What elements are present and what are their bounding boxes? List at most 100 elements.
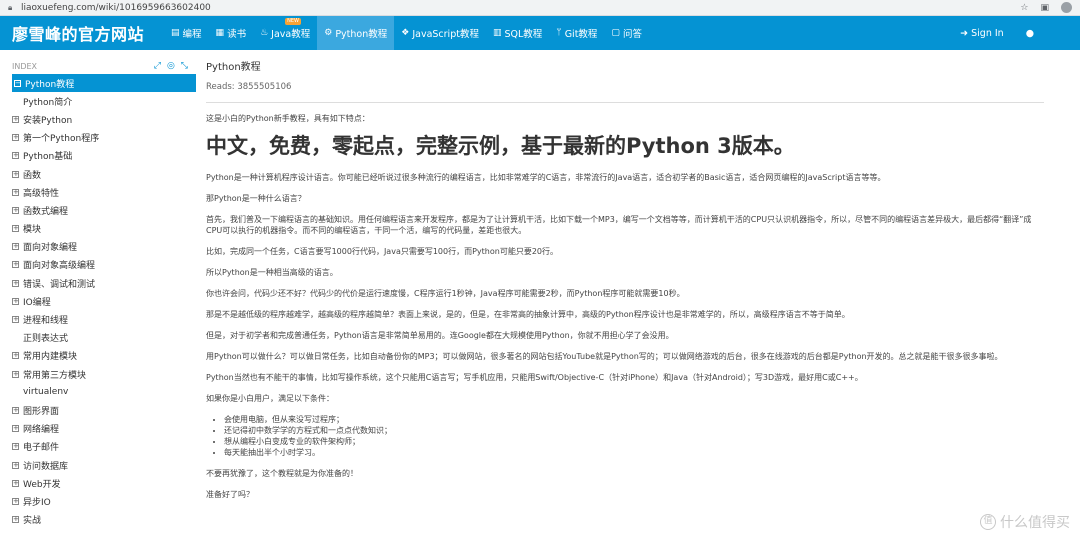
nav-item[interactable]: ᛘ Git教程: [549, 16, 604, 50]
expand-icon[interactable]: +: [12, 352, 19, 360]
sidebar-item[interactable]: + 模块: [4, 220, 196, 238]
lock-icon: 🔒︎: [8, 2, 13, 12]
paragraph: 用Python可以做什么？可以做日常任务，比如自动备份你的MP3；可以做网站，很…: [206, 352, 1003, 361]
sidebar-item-label: 函数: [23, 170, 42, 181]
sidebar-item-label: 进程和线程: [23, 316, 69, 327]
expand-icon[interactable]: +: [12, 279, 19, 287]
nav-item[interactable]: ▦ 读书: [209, 16, 254, 50]
sidebar-item[interactable]: + 面向对象编程: [4, 238, 196, 256]
sidebar-item-label: 函数式编程: [23, 206, 69, 217]
sidebar-item-label: Web开发: [23, 479, 61, 490]
sidebar-item[interactable]: 正则表达式: [4, 329, 196, 347]
sidebar-item-label: 常用内建模块: [23, 352, 78, 363]
sidebar-item[interactable]: + 网络编程: [4, 420, 196, 438]
sidebar-item[interactable]: + 常用内建模块: [4, 347, 196, 365]
expand-icon[interactable]: +: [12, 170, 19, 178]
expand-icon[interactable]: +: [12, 297, 19, 305]
sidebar-item[interactable]: + Python基础: [4, 147, 196, 165]
sidebar-item[interactable]: + 实战: [4, 511, 196, 529]
index-tree: − Python教程 Python简介 + 安装Python + 第一个Python程序 + P…: [4, 74, 196, 529]
sidebar-item[interactable]: − Python教程: [12, 74, 196, 93]
sidebar-item[interactable]: + 访问数据库: [4, 456, 196, 474]
sidebar-item-label: Python基础: [23, 152, 73, 163]
expand-icon[interactable]: +: [12, 443, 19, 451]
expand-icon[interactable]: +: [12, 479, 19, 487]
nav-item[interactable]: ▤ 编程: [164, 16, 209, 50]
sidebar-item[interactable]: Python简介: [4, 92, 196, 110]
paragraph: 准备好了吗？: [206, 490, 254, 499]
index-label: INDEX: [12, 61, 38, 71]
nav-item-label: Python教程: [335, 29, 388, 40]
expand-icon[interactable]: +: [12, 243, 19, 251]
sidebar-item-label: 实战: [23, 516, 42, 527]
sidebar: INDEX ⤢ ◎ ⤡ − Python教程 Python简介 + 安装Python + 第…: [0, 50, 196, 540]
sidebar-item-label: 面向对象高级编程: [23, 261, 96, 272]
expand-icon[interactable]: +: [12, 461, 19, 469]
extension-icon[interactable]: ▣: [1040, 3, 1049, 13]
expand-all-icon[interactable]: ⤢: [154, 61, 161, 71]
sidebar-item[interactable]: + 高级特性: [4, 183, 196, 201]
url-field[interactable]: liaoxuefeng.com/wiki/1016959663602400: [21, 3, 1020, 13]
expand-icon[interactable]: +: [12, 188, 19, 196]
sidebar-item-label: 异步IO: [23, 497, 51, 508]
sidebar-item[interactable]: + 函数式编程: [4, 201, 196, 219]
expand-icon[interactable]: +: [12, 134, 19, 142]
expand-icon[interactable]: +: [12, 152, 19, 160]
nav-item[interactable]: ▥ SQL教程: [486, 16, 549, 50]
expand-icon[interactable]: +: [12, 316, 19, 324]
site-brand[interactable]: 廖雪峰的官方网站: [12, 21, 144, 45]
sidebar-item[interactable]: + 常用第三方模块: [4, 365, 196, 383]
sidebar-item-label: 图形界面: [23, 406, 60, 417]
document-icon: ▦: [215, 28, 225, 38]
nav-item-label: SQL教程: [504, 29, 543, 40]
expand-icon[interactable]: +: [12, 425, 19, 433]
sidebar-item[interactable]: + IO编程: [4, 292, 196, 310]
paragraph: 但是，对于初学者和完成普通任务，Python语言是非常简单易用的。连Google…: [206, 331, 674, 340]
sidebar-item[interactable]: + Web开发: [4, 474, 196, 492]
sidebar-item[interactable]: + 异步IO: [4, 492, 196, 510]
book-icon: ▤: [171, 28, 180, 38]
sidebar-item-label: 第一个Python程序: [23, 134, 100, 145]
collapse-icon[interactable]: −: [14, 79, 21, 87]
sidebar-item-label: 模块: [23, 225, 42, 236]
sidebar-item-label: Python简介: [23, 97, 73, 108]
locate-icon[interactable]: ◎: [167, 61, 175, 71]
paragraph: 首先，我们普及一下编程语言的基础知识。用任何编程语言来开发程序，都是为了让计算机…: [206, 215, 1032, 235]
nav-item-label: 编程: [182, 29, 202, 40]
nav-item[interactable]: ⚙ Python教程: [317, 16, 395, 50]
sidebar-item[interactable]: + 电子邮件: [4, 438, 196, 456]
git-icon: ᛘ: [556, 28, 562, 38]
expand-icon[interactable]: +: [12, 516, 19, 524]
nav-item[interactable]: ▢ 问答: [604, 16, 649, 50]
sidebar-item[interactable]: virtualenv: [4, 383, 196, 401]
sidebar-item[interactable]: + 图形界面: [4, 401, 196, 419]
globe-icon[interactable]: ●: [1026, 28, 1034, 39]
expand-icon[interactable]: +: [12, 225, 19, 233]
watermark: 值 什么值得买: [980, 512, 1070, 532]
js-icon: ❖: [401, 28, 410, 38]
sidebar-item[interactable]: + 第一个Python程序: [4, 129, 196, 147]
collapse-all-icon[interactable]: ⤡: [181, 61, 188, 71]
expand-icon[interactable]: +: [12, 497, 19, 505]
sign-in-link[interactable]: ➜ Sign In: [960, 28, 1004, 39]
star-icon[interactable]: ☆: [1020, 3, 1028, 13]
expand-icon[interactable]: +: [12, 370, 19, 378]
sidebar-item[interactable]: + 安装Python: [4, 110, 196, 128]
nav-item-label: JavaScript教程: [412, 29, 479, 40]
sidebar-item[interactable]: + 错误、调试和测试: [4, 274, 196, 292]
profile-avatar[interactable]: [1061, 2, 1072, 13]
paragraph: 那是不是越低级的程序越难学，越高级的程序越简单？表面上来说，是的，但是，在非常高…: [206, 310, 850, 319]
sidebar-item-label: 网络编程: [23, 425, 60, 436]
nav-item-label: Git教程: [564, 29, 598, 40]
read-count: Reads: 3855505106: [206, 82, 1044, 103]
article-title: Python教程: [206, 62, 261, 73]
nav-item[interactable]: ❖ JavaScript教程: [394, 16, 486, 50]
sidebar-item[interactable]: + 函数: [4, 165, 196, 183]
expand-icon[interactable]: +: [12, 261, 19, 269]
nav-item[interactable]: ♨ Java教程 NEW: [253, 16, 317, 50]
sidebar-item[interactable]: + 进程和线程: [4, 310, 196, 328]
expand-icon[interactable]: +: [12, 406, 19, 414]
expand-icon[interactable]: +: [12, 206, 19, 214]
expand-icon[interactable]: +: [12, 115, 19, 123]
sidebar-item[interactable]: + 面向对象高级编程: [4, 256, 196, 274]
